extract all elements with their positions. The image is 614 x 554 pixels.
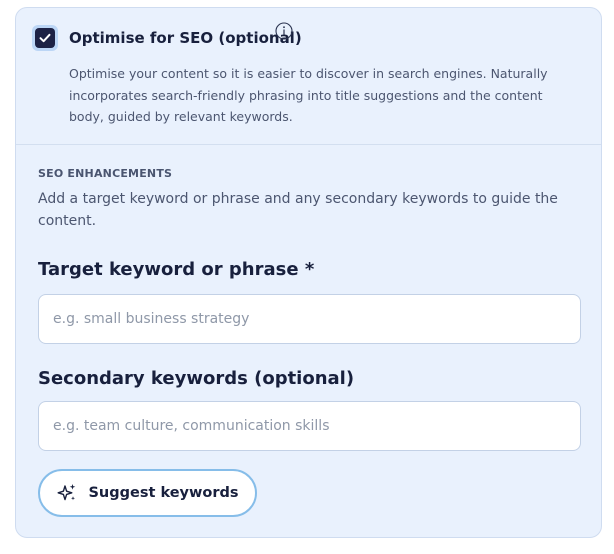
secondary-keywords-label: Secondary keywords (optional)	[38, 368, 355, 389]
seo-option-description: Optimise your content so it is easier to…	[69, 66, 548, 124]
target-keyword-input[interactable]	[38, 294, 581, 344]
secondary-keywords-input[interactable]	[38, 401, 581, 451]
suggest-keywords-button[interactable]: Suggest keywords	[38, 469, 257, 517]
sparkles-icon	[57, 484, 76, 501]
checkbox-checked	[35, 28, 55, 48]
seo-checkbox[interactable]	[32, 25, 58, 51]
checkmark-icon	[39, 33, 51, 43]
section-label: SEO ENHANCEMENTS	[38, 167, 173, 180]
info-icon[interactable]	[275, 22, 293, 40]
seo-option-header: Optimise for SEO (optional) Optimise you…	[16, 8, 601, 145]
target-keyword-label: Target keyword or phrase *	[38, 259, 315, 280]
section-help-text: Add a target keyword or phrase and any s…	[38, 191, 558, 229]
seo-option-title[interactable]: Optimise for SEO (optional)	[69, 29, 302, 47]
suggest-keywords-label: Suggest keywords	[88, 485, 239, 501]
seo-panel: Optimise for SEO (optional) Optimise you…	[15, 7, 602, 538]
